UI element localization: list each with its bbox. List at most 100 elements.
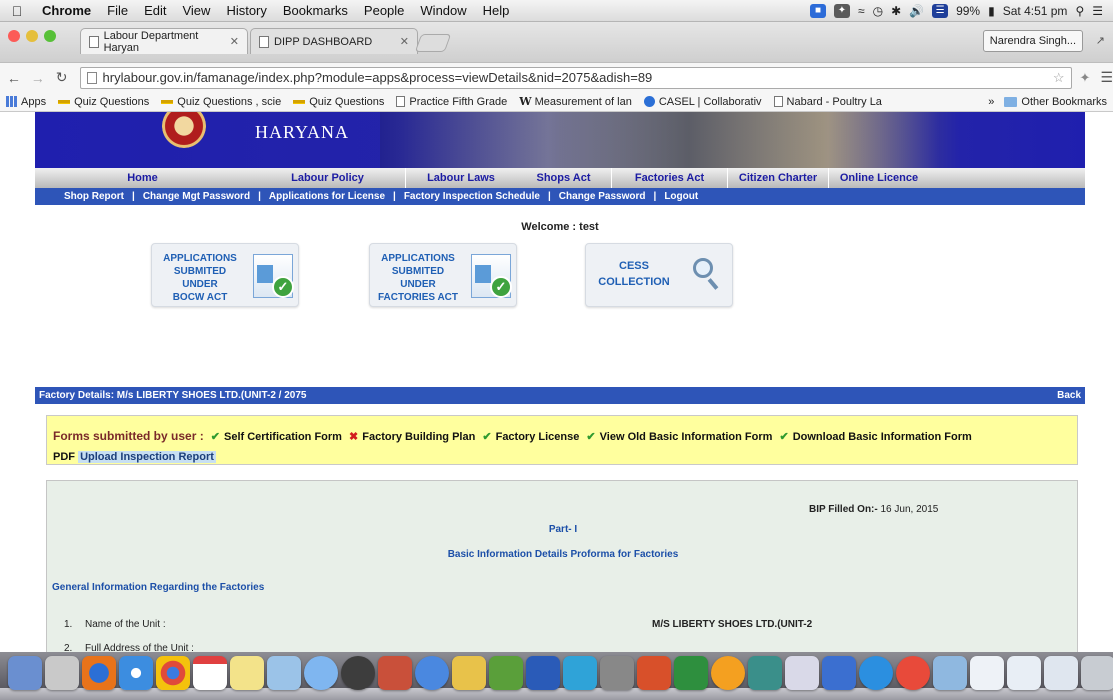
document-stack-icon[interactable] (970, 656, 1004, 690)
bookmarks-overflow-icon[interactable]: » (988, 96, 994, 108)
form-download-basic-info[interactable]: Download Basic Information Form (793, 431, 972, 443)
close-tab-icon[interactable]: ✕ (230, 35, 239, 48)
nav-labour-laws[interactable]: Labour Laws (406, 172, 516, 184)
menu-view[interactable]: View (174, 3, 218, 18)
app-store-icon[interactable] (415, 656, 449, 690)
star-app-icon[interactable] (785, 656, 819, 690)
spotlight-search-icon[interactable]: ⚲ (1075, 4, 1084, 18)
subnav-shop-report[interactable]: Shop Report (64, 191, 124, 202)
apple-icon[interactable]:  (0, 3, 34, 19)
numbers-icon[interactable] (748, 656, 782, 690)
bookmark-quiz-questions-1[interactable]: Quiz Questions (52, 96, 155, 108)
close-tab-icon[interactable]: ✕ (400, 35, 409, 48)
document-stack-icon[interactable] (1044, 656, 1078, 690)
minimize-window-button[interactable] (26, 30, 38, 42)
form-view-old-basic-info[interactable]: View Old Basic Information Form (600, 431, 773, 443)
new-tab-button[interactable] (414, 34, 452, 52)
bookmark-star-icon[interactable]: ☆ (1053, 70, 1065, 86)
subnav-logout[interactable]: Logout (664, 191, 698, 202)
bookmark-measurement-of-land[interactable]: W Measurement of lan (513, 95, 638, 108)
launchpad-icon[interactable] (45, 656, 79, 690)
subnav-applications-for-license[interactable]: Applications for License (269, 191, 385, 202)
calendar-icon[interactable] (193, 656, 227, 690)
tab-labour-department[interactable]: Labour Department Haryan ✕ (80, 28, 248, 54)
document-stack-icon[interactable] (1007, 656, 1041, 690)
subnav-change-mgt-password[interactable]: Change Mgt Password (143, 191, 250, 202)
nav-labour-policy[interactable]: Labour Policy (250, 172, 405, 184)
preview-icon[interactable] (267, 656, 301, 690)
nav-online-licence[interactable]: Online Licence (829, 172, 929, 184)
upload-inspection-report-link[interactable]: Upload Inspection Report (78, 451, 216, 463)
other-bookmarks[interactable]: » Other Bookmarks (988, 96, 1113, 108)
teamviewer-icon[interactable] (822, 656, 856, 690)
nav-shops-act[interactable]: Shops Act (516, 172, 611, 184)
notification-center-icon[interactable]: ☰ (1092, 4, 1103, 18)
form-self-certification[interactable]: Self Certification Form (224, 431, 342, 443)
wifi-icon[interactable]: ≈ (858, 4, 865, 18)
forward-arrow-icon[interactable]: → (28, 70, 48, 86)
time-machine-icon[interactable]: ◷ (873, 4, 883, 18)
chrome-icon[interactable] (156, 656, 190, 690)
firefox-icon[interactable] (82, 656, 116, 690)
flag-icon[interactable]: ☰ (932, 3, 949, 18)
back-link[interactable]: Back (1057, 387, 1081, 404)
keynote-icon[interactable] (563, 656, 597, 690)
bookmark-casel[interactable]: CASEL | Collaborativ (638, 96, 768, 108)
menu-bookmarks[interactable]: Bookmarks (275, 3, 356, 18)
bookmark-apps[interactable]: Apps (0, 96, 52, 108)
extension-icon[interactable]: ✦ (1080, 70, 1091, 86)
bookmark-quiz-questions-3[interactable]: Quiz Questions (287, 96, 390, 108)
battery-percent[interactable]: 99% (956, 4, 980, 18)
close-window-button[interactable] (8, 30, 20, 42)
facetime-icon[interactable] (341, 656, 375, 690)
tile-bocw-applications[interactable]: APPLICATIONS SUBMITED UNDER BOCW ACT ✓ (151, 243, 299, 307)
url-text[interactable]: hrylabour.gov.in/famanage/index.php?modu… (103, 70, 653, 85)
trash-icon[interactable] (1081, 656, 1113, 690)
reload-icon[interactable]: ↻ (52, 69, 72, 86)
zoom-window-button[interactable] (44, 30, 56, 42)
itunes-icon[interactable] (489, 656, 523, 690)
dropbox-icon[interactable]: ■ (809, 3, 826, 18)
subnav-factory-inspection-schedule[interactable]: Factory Inspection Schedule (404, 191, 540, 202)
powerpoint-icon[interactable] (637, 656, 671, 690)
profile-button[interactable]: Narendra Singh... (982, 30, 1083, 52)
volume-icon[interactable]: 🔊 (909, 4, 924, 18)
menu-file[interactable]: File (99, 3, 136, 18)
menu-edit[interactable]: Edit (136, 3, 174, 18)
menu-history[interactable]: History (218, 3, 274, 18)
tile-cess-collection[interactable]: CESS COLLECTION (585, 243, 733, 307)
photo-booth-icon[interactable] (378, 656, 412, 690)
nav-citizen-charter[interactable]: Citizen Charter (728, 172, 828, 184)
bookmark-quiz-questions-2[interactable]: Quiz Questions , scie (155, 96, 287, 108)
bookmark-nabard-poultry[interactable]: Nabard - Poultry La (768, 96, 888, 108)
system-preferences-icon[interactable] (600, 656, 634, 690)
bluetooth-icon[interactable]: ✱ (891, 4, 901, 18)
chrome-canary-icon[interactable] (896, 656, 930, 690)
extension-icon[interactable]: ✦ (833, 3, 850, 18)
menu-app-chrome[interactable]: Chrome (34, 3, 99, 18)
vlc-icon[interactable] (711, 656, 745, 690)
word-icon[interactable] (526, 656, 560, 690)
subnav-change-password[interactable]: Change Password (559, 191, 646, 202)
nav-factories-act[interactable]: Factories Act (612, 172, 727, 184)
menu-help[interactable]: Help (475, 3, 518, 18)
sketch-icon[interactable] (452, 656, 486, 690)
messages-icon[interactable] (304, 656, 338, 690)
bookmark-practice-fifth-grade[interactable]: Practice Fifth Grade (390, 96, 513, 108)
menu-icon[interactable]: ☰ (1100, 69, 1113, 86)
fullscreen-icon[interactable]: ↗ (1096, 34, 1105, 47)
address-bar[interactable]: hrylabour.gov.in/famanage/index.php?modu… (79, 66, 1072, 89)
tab-dipp-dashboard[interactable]: DIPP DASHBOARD ✕ (250, 28, 418, 54)
menu-people[interactable]: People (356, 3, 412, 18)
form-factory-building-plan[interactable]: Factory Building Plan (362, 431, 475, 443)
form-factory-license[interactable]: Factory License (496, 431, 580, 443)
safari-icon[interactable] (119, 656, 153, 690)
downloads-folder-icon[interactable] (933, 656, 967, 690)
skype-icon[interactable] (859, 656, 893, 690)
clock[interactable]: Sat 4:51 pm (1003, 4, 1068, 18)
excel-icon[interactable] (674, 656, 708, 690)
finder-icon[interactable] (8, 656, 42, 690)
back-arrow-icon[interactable]: ← (4, 70, 24, 86)
tile-factories-applications[interactable]: APPLICATIONS SUBMITED UNDER FACTORIES AC… (369, 243, 517, 307)
menu-window[interactable]: Window (412, 3, 474, 18)
